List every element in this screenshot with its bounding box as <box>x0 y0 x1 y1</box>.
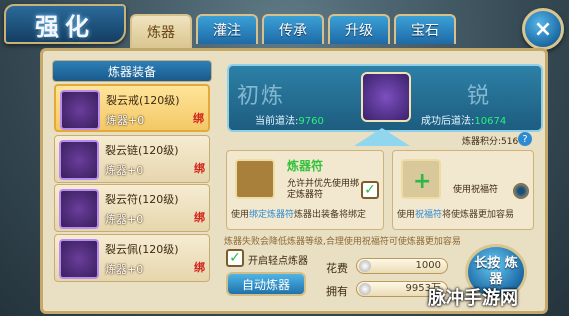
necklace-icon <box>59 140 99 180</box>
refine-preview: 初炼 锐 当前道法:9760 成功后道法:10674 <box>227 64 543 132</box>
silver-coin-icon <box>359 260 371 272</box>
light-tap-label: 开启轻点炼器 <box>248 256 308 267</box>
item-level: 炼器+0 <box>105 213 144 226</box>
bound-badge: 绑 <box>194 211 205 224</box>
card-description: 使用祝福符将使炼器更加容易 <box>397 210 515 220</box>
silver-coin-icon <box>359 283 371 295</box>
plus-icon: + <box>413 169 432 194</box>
bound-talisman-checkbox[interactable]: ✓ <box>361 181 379 199</box>
equipment-item-talisman[interactable]: 裂云符(120级) 炼器+0 绑 <box>54 184 210 232</box>
item-level: 炼器+0 <box>105 164 144 177</box>
tab-refine[interactable]: 炼器 <box>130 14 192 48</box>
tab-inherit[interactable]: 传承 <box>262 14 324 44</box>
hint-text: 炼器失败会降低炼器等级,合理使用祝福符可使炼器更加容易 <box>224 237 461 247</box>
bound-badge: 绑 <box>193 112 204 125</box>
item-name: 裂云佩(120级) <box>105 243 179 256</box>
blessing-toggle[interactable] <box>513 183 529 199</box>
card-title: 炼器符 <box>287 159 324 173</box>
talisman-icon <box>59 189 99 229</box>
tab-gem[interactable]: 宝石 <box>394 14 456 44</box>
item-name: 裂云符(120级) <box>105 193 179 206</box>
equipment-item-pendant[interactable]: 裂云佩(120级) 炼器+0 绑 <box>54 234 210 282</box>
close-icon: × <box>533 16 553 42</box>
after-success-power: 成功后道法:10674 <box>421 116 507 127</box>
tab-infuse[interactable]: 灌注 <box>196 14 258 44</box>
refine-score: 炼器积分:516 <box>462 137 519 147</box>
card-description: 使用绑定炼器符炼器出装备将绑定 <box>231 210 367 220</box>
cost-value: 1000 <box>356 258 448 274</box>
equipment-item-necklace[interactable]: 裂云链(120级) 炼器+0 绑 <box>54 135 210 183</box>
item-level: 炼器+0 <box>106 114 145 127</box>
preview-glyph-right: 锐 <box>467 84 492 109</box>
equipment-list-header: 炼器装备 <box>52 60 212 82</box>
owned-label: 拥有 <box>326 285 348 298</box>
bound-badge: 绑 <box>194 261 205 274</box>
watermark: 脉冲手游网 <box>428 288 518 309</box>
logo: 强化 <box>4 4 126 44</box>
preview-glyph-left: 初炼 <box>237 84 286 109</box>
selected-equipment-slot[interactable] <box>361 72 411 122</box>
blessing-talisman-card: + 使用祝福符 使用祝福符将使炼器更加容易 <box>392 150 534 230</box>
ring-icon <box>60 90 100 130</box>
item-name: 裂云链(120级) <box>105 144 179 157</box>
cost-label: 花费 <box>326 262 348 275</box>
pendant-icon <box>59 239 99 279</box>
tab-upgrade[interactable]: 升级 <box>328 14 390 44</box>
refine-talisman-icon <box>235 159 275 199</box>
current-power: 当前道法:9760 <box>255 116 324 127</box>
item-level: 炼器+0 <box>105 263 144 276</box>
card-option-text: 允许并优先使用绑定炼器符 <box>287 179 360 200</box>
equipment-item-ring[interactable]: 裂云戒(120级) 炼器+0 绑 <box>54 84 210 132</box>
bound-badge: 绑 <box>194 162 205 175</box>
close-button[interactable]: × <box>522 8 564 50</box>
add-blessing-slot[interactable]: + <box>401 159 441 199</box>
item-name: 裂云戒(120级) <box>106 94 180 107</box>
tab-bar: 炼器 灌注 传承 升级 宝石 <box>130 14 456 48</box>
refine-talisman-card: 炼器符 允许并优先使用绑定炼器符 ✓ 使用绑定炼器符炼器出装备将绑定 <box>226 150 384 230</box>
upgrade-arrow-icon <box>354 128 410 146</box>
auto-refine-button[interactable]: 自动炼器 <box>226 272 306 296</box>
light-tap-checkbox[interactable]: ✓ <box>226 249 244 267</box>
help-icon[interactable]: ? <box>518 132 532 146</box>
